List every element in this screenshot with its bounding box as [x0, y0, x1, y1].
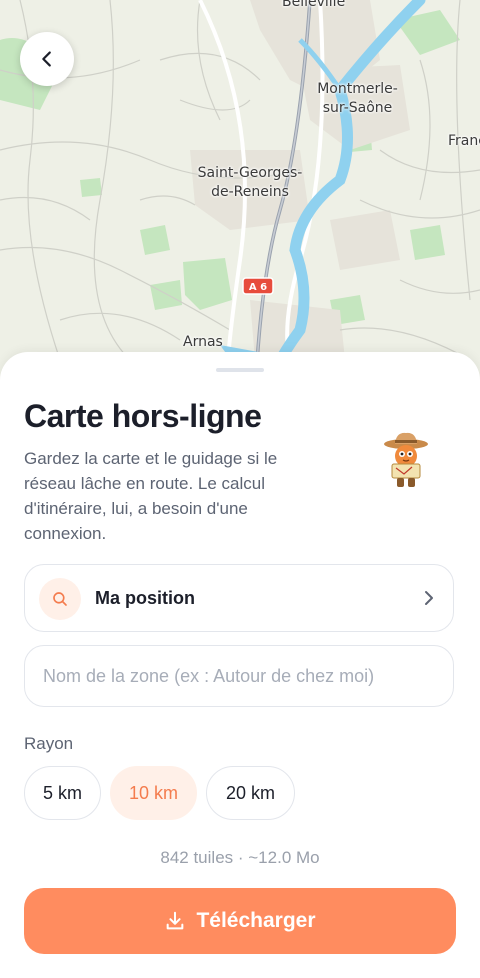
- zone-name-input[interactable]: [41, 646, 441, 706]
- download-label: Télécharger: [196, 909, 316, 932]
- sheet-drag-handle[interactable]: [216, 368, 264, 372]
- zone-name-field[interactable]: [24, 645, 454, 707]
- position-label: Ma position: [95, 588, 195, 608]
- back-button[interactable]: [20, 32, 74, 86]
- position-selector[interactable]: Ma position: [24, 564, 454, 632]
- download-button[interactable]: Télécharger: [24, 888, 456, 954]
- map-label-montmerle: Montmerle- sur-Saône: [317, 81, 398, 116]
- map-label-belleville: Belleville: [282, 0, 346, 10]
- chevron-left-icon: [42, 51, 51, 67]
- search-icon: [53, 592, 67, 606]
- search-icon-bubble: [39, 578, 81, 620]
- sheet-title: Carte hors-ligne: [24, 398, 262, 434]
- radius-option-5km[interactable]: 5 km: [24, 766, 101, 820]
- radius-label: Rayon: [24, 734, 74, 753]
- radius-option-10km[interactable]: 10 km: [110, 766, 197, 820]
- cowboy-mascot-icon: [384, 432, 428, 487]
- sheet-description: Gardez la carte et le guidage si le rése…: [24, 449, 278, 543]
- chevron-right-icon: [425, 591, 433, 605]
- map-label-france: Franc: [448, 133, 480, 149]
- map-label-saint-georges: Saint-Georges- de-Reneins: [197, 165, 303, 200]
- map-label-arnas: Arnas: [183, 334, 223, 350]
- radius-option-20km[interactable]: 20 km: [206, 766, 295, 820]
- offline-map-sheet: Carte hors-ligne Gardez la carte et le g…: [0, 352, 480, 978]
- tiles-size-stats: 842 tuiles · ~12.0 Mo: [160, 848, 320, 867]
- download-icon: [167, 911, 184, 930]
- road-shield-label: A 6: [249, 282, 267, 293]
